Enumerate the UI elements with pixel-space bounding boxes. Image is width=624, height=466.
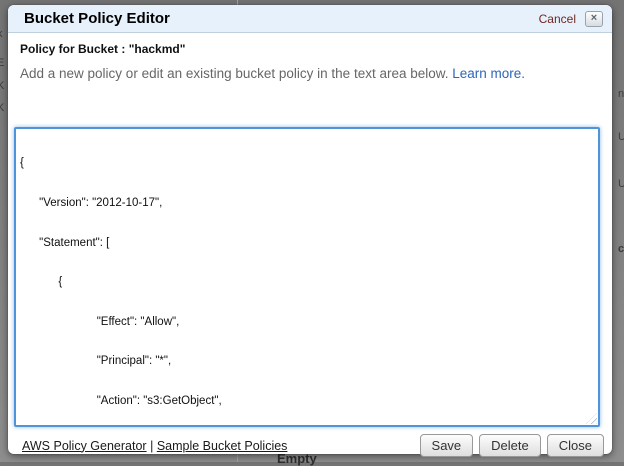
sample-bucket-policies-link[interactable]: Sample Bucket Policies (157, 439, 288, 453)
backdrop-text-fragment: E (0, 57, 4, 69)
policy-line: "Statement": [ (20, 237, 594, 250)
backdrop-text-fragment: n (618, 88, 624, 100)
learn-more-link[interactable]: Learn more. (452, 66, 525, 81)
backdrop-text-fragment: k (0, 28, 3, 40)
policy-textarea[interactable]: { "Version": "2012-10-17", "Statement": … (14, 127, 600, 427)
cancel-link[interactable]: Cancel (539, 12, 576, 26)
close-dialog-button[interactable]: Close (547, 434, 604, 457)
backdrop-text-fragment: c (618, 243, 624, 255)
dialog-header: Bucket Policy Editor Cancel × (8, 5, 612, 33)
backdrop-text-fragment: U (618, 131, 624, 143)
backdrop-text-fragment: U (618, 178, 624, 190)
aws-policy-generator-link[interactable]: AWS Policy Generator (22, 439, 147, 453)
dialog-body: Policy for Bucket : "hackmd" Add a new p… (8, 33, 612, 457)
delete-button[interactable]: Delete (479, 434, 541, 457)
description-text: Add a new policy or edit an existing buc… (20, 66, 449, 81)
policy-line: "Action": "s3:GetObject", (20, 395, 594, 408)
close-button[interactable]: × (585, 11, 603, 27)
policy-line: { (20, 157, 594, 170)
policy-line: "Effect": "Allow", (20, 316, 594, 329)
resize-handle-icon[interactable] (586, 413, 597, 424)
policy-line: "Principal": "*", (20, 355, 594, 368)
bucket-name-subtitle: Policy for Bucket : "hackmd" (20, 42, 606, 56)
backdrop-text-fragment: K (0, 80, 4, 92)
link-separator: | (150, 439, 153, 453)
policy-line: "Version": "2012-10-17", (20, 197, 594, 210)
save-button[interactable]: Save (420, 434, 474, 457)
footer-links: AWS Policy Generator | Sample Bucket Pol… (22, 439, 414, 453)
dialog-footer: AWS Policy Generator | Sample Bucket Pol… (14, 434, 606, 457)
backdrop-text-fragment: K (0, 102, 4, 114)
close-icon: × (591, 13, 597, 24)
bucket-policy-editor-dialog: Bucket Policy Editor Cancel × Policy for… (8, 5, 612, 454)
policy-description: Add a new policy or edit an existing buc… (20, 66, 606, 81)
dialog-title: Bucket Policy Editor (24, 10, 539, 27)
policy-line: { (20, 276, 594, 289)
